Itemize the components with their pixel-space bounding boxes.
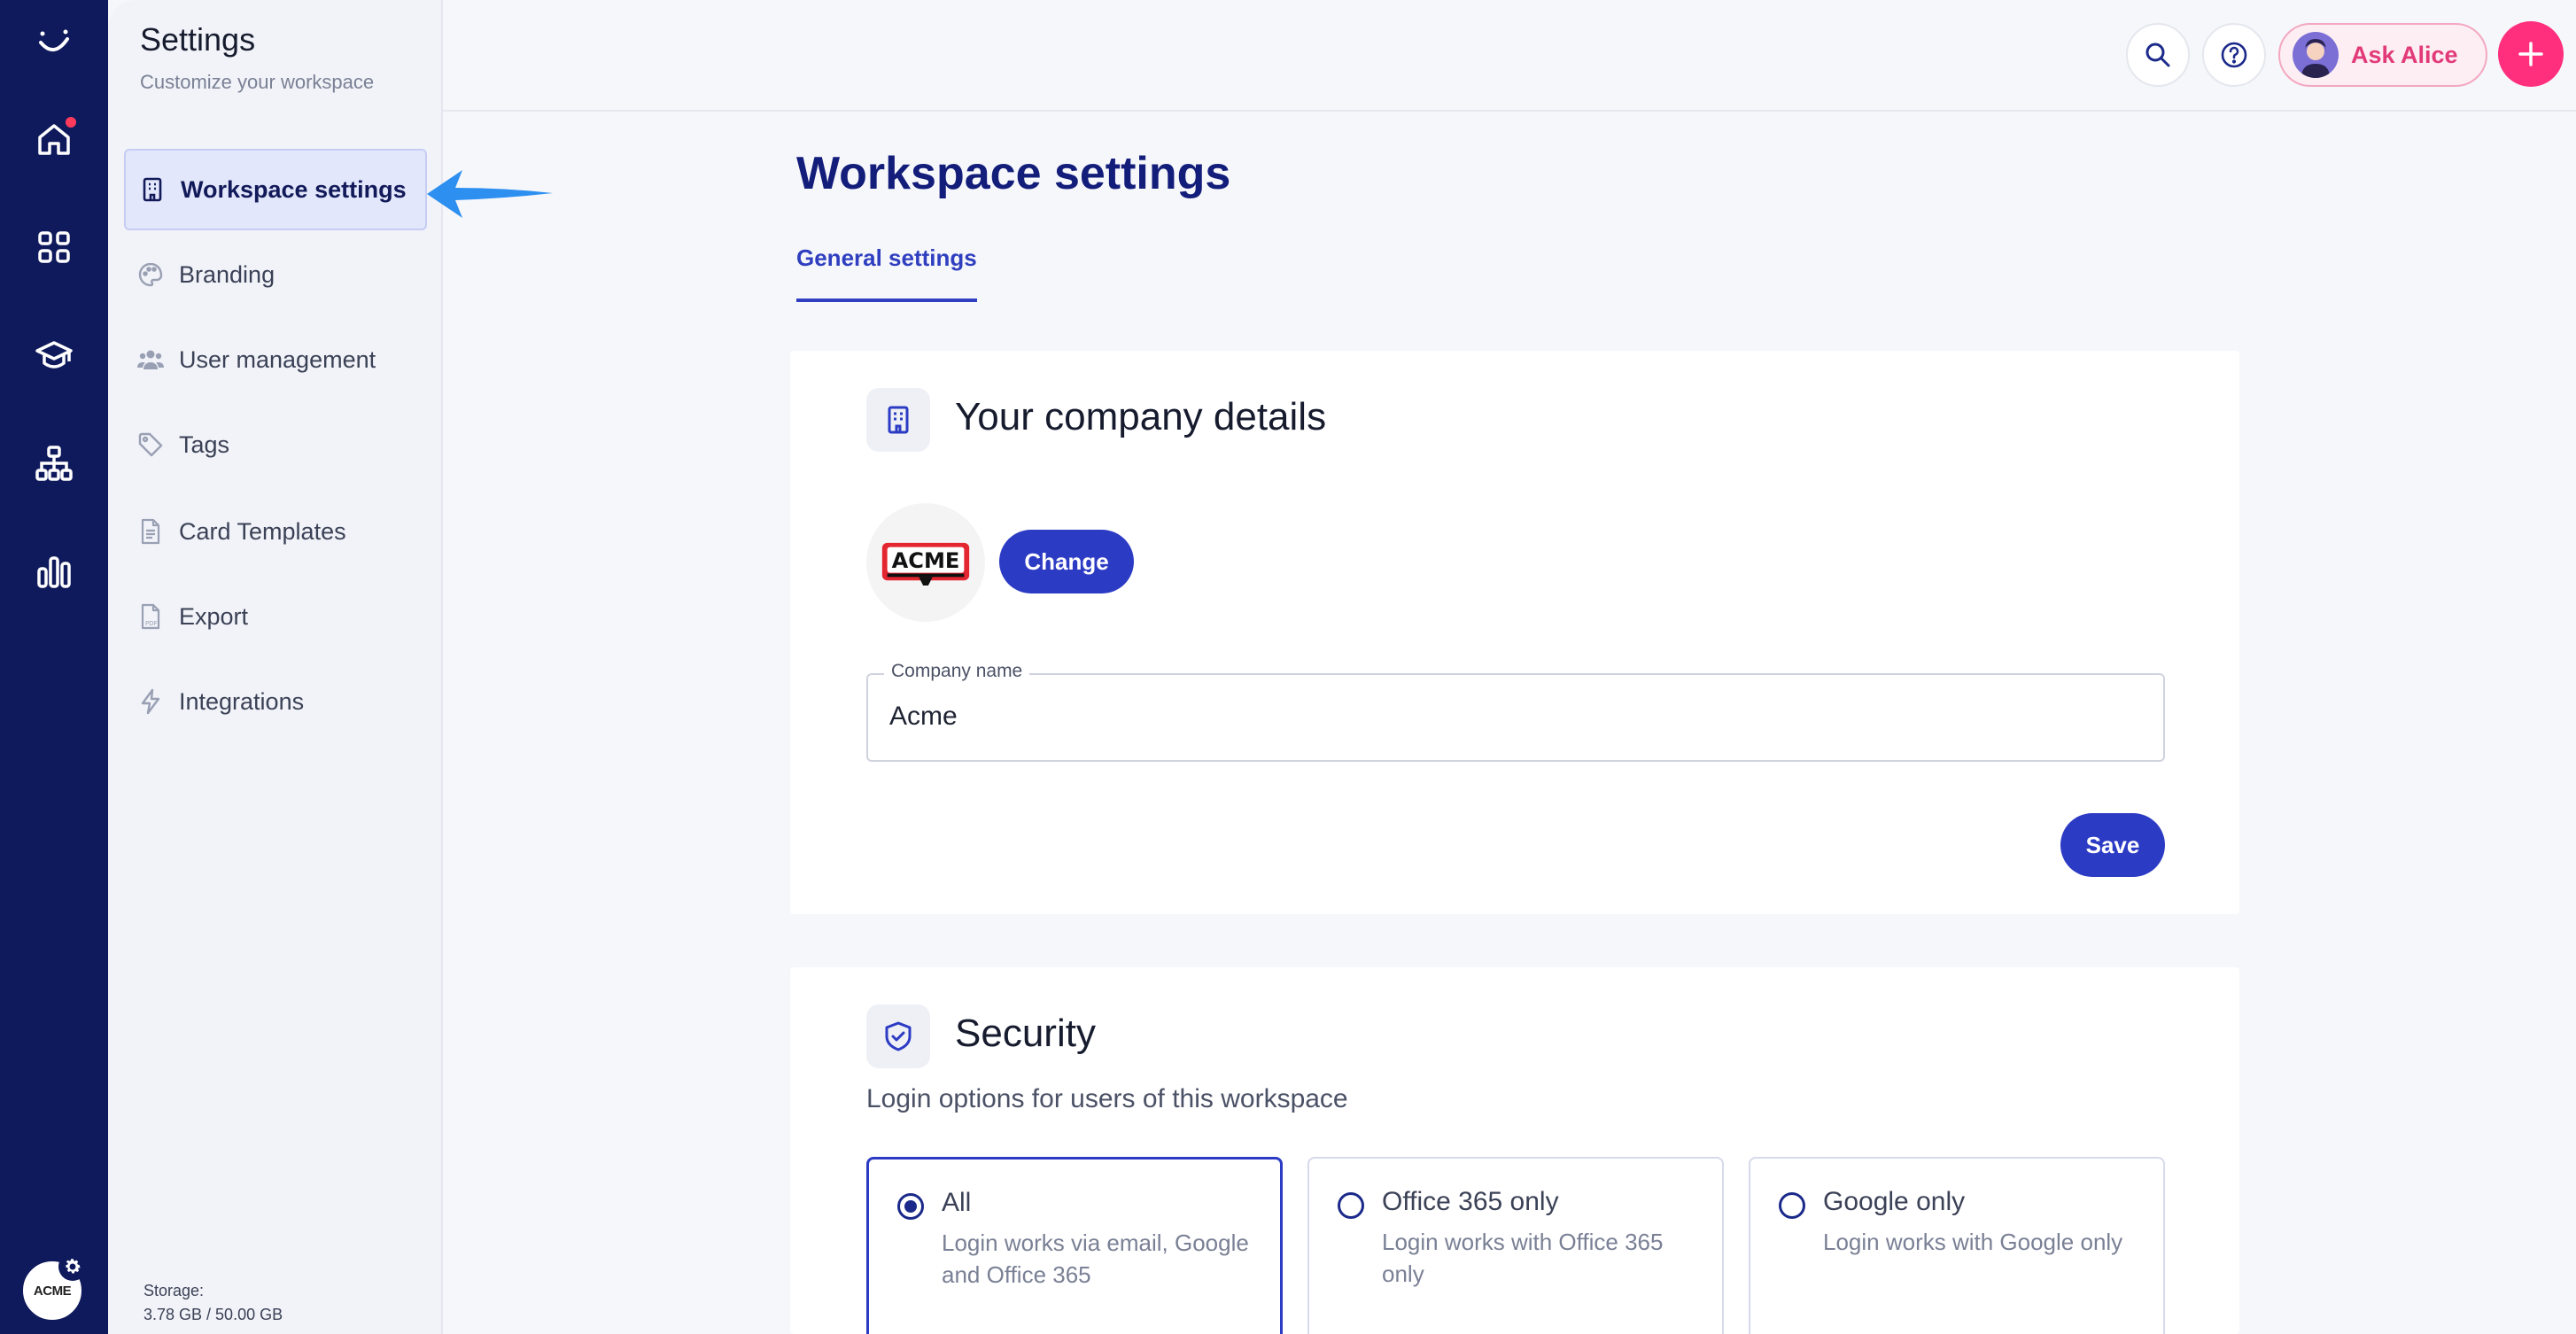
pdf-file-icon: PDF [141, 603, 160, 630]
company-name-input[interactable] [889, 702, 2130, 732]
notification-dot [66, 117, 76, 128]
sidebar-item-label: User management [179, 345, 376, 373]
company-details-title: Your company details [955, 395, 1327, 438]
sidebar-title: Settings [140, 21, 256, 58]
sidebar-item-card-templates[interactable]: Card Templates [124, 491, 427, 572]
logo-icon[interactable] [27, 16, 81, 71]
tag-icon [138, 432, 163, 457]
search-icon [2145, 43, 2170, 67]
svg-text:PDF: PDF [145, 620, 158, 627]
change-logo-button[interactable]: Change [999, 530, 1134, 593]
sidebar-item-label: Branding [179, 260, 275, 288]
login-option-office365[interactable]: Office 365 only Login works with Office … [1307, 1157, 1724, 1334]
sidebar-item-label: Export [179, 602, 249, 630]
bar-chart-icon[interactable] [27, 544, 81, 599]
alice-avatar [2293, 32, 2339, 78]
sidebar-item-integrations[interactable]: Integrations [124, 661, 427, 742]
building-icon [866, 388, 930, 452]
search-button[interactable] [2126, 23, 2190, 87]
sidebar-item-label: Card Templates [179, 517, 346, 545]
plus-icon [2518, 42, 2543, 66]
sidebar-item-branding[interactable]: Branding [124, 234, 427, 315]
option-title: Google only [1823, 1187, 1966, 1216]
lightning-icon [141, 688, 160, 715]
building-icon [143, 177, 162, 202]
storage-value: 3.78 GB / 50.00 GB [144, 1306, 283, 1323]
gear-icon[interactable] [58, 1253, 87, 1281]
security-title: Security [955, 1012, 1096, 1055]
sidebar-item-label: Integrations [179, 687, 305, 715]
radio-button[interactable] [1779, 1192, 1805, 1219]
app-rail: ACME [0, 0, 108, 1334]
ask-alice-button[interactable]: Ask Alice [2278, 23, 2487, 87]
sidebar-item-export[interactable]: PDF Export [124, 576, 427, 657]
option-title: All [942, 1188, 972, 1217]
storage-info: Storage: 3.78 GB / 50.00 GB [144, 1279, 283, 1327]
sidebar-item-label: Tags [179, 430, 230, 458]
sidebar-item-tags[interactable]: Tags [124, 404, 427, 485]
login-option-google[interactable]: Google only Login works with Google only [1749, 1157, 2165, 1334]
sidebar-item-user-management[interactable]: User management [124, 319, 427, 400]
sidebar-subtitle: Customize your workspace [140, 71, 375, 93]
option-description: Login works via email, Google and Office… [942, 1229, 1249, 1288]
option-title: Office 365 only [1382, 1187, 1559, 1216]
company-details-card: Your company details ACME Change Company… [790, 351, 2239, 914]
create-button[interactable] [2498, 21, 2564, 87]
radio-button[interactable] [897, 1193, 924, 1220]
org-chart-icon[interactable] [27, 436, 81, 491]
palette-icon [138, 262, 163, 287]
annotation-arrow-icon [427, 170, 553, 218]
sidebar-item-workspace-settings[interactable]: Workspace settings [124, 149, 427, 230]
option-description: Login works with Office 365 only [1382, 1229, 1664, 1287]
radio-button[interactable] [1338, 1192, 1364, 1219]
storage-label: Storage: [144, 1282, 205, 1299]
apps-grid-icon[interactable] [27, 220, 81, 275]
company-logo: ACME [866, 503, 985, 622]
security-subtitle: Login options for users of this workspac… [866, 1084, 1348, 1113]
page-title: Workspace settings [796, 148, 1231, 199]
save-button[interactable]: Save [2060, 813, 2165, 877]
company-name-field[interactable]: Company name [866, 661, 2165, 762]
tab-general-settings[interactable]: General settings [796, 244, 977, 302]
settings-sidebar: Settings Customize your workspace Worksp… [108, 0, 443, 1334]
security-card: Security Login options for users of this… [790, 967, 2239, 1334]
shield-icon [866, 1004, 930, 1068]
company-name-label: Company name [884, 661, 1030, 682]
ask-alice-label: Ask Alice [2351, 41, 2458, 68]
help-button[interactable] [2202, 23, 2266, 87]
login-option-all[interactable]: All Login works via email, Google and Of… [866, 1157, 1283, 1334]
sidebar-item-label: Workspace settings [181, 175, 407, 203]
document-icon [141, 518, 160, 545]
users-icon [137, 350, 164, 369]
help-icon [2221, 42, 2247, 68]
graduation-cap-icon[interactable] [27, 328, 81, 383]
home-icon[interactable] [27, 112, 81, 167]
option-description: Login works with Google only [1823, 1229, 2123, 1255]
logo-text: ACME [892, 548, 960, 573]
